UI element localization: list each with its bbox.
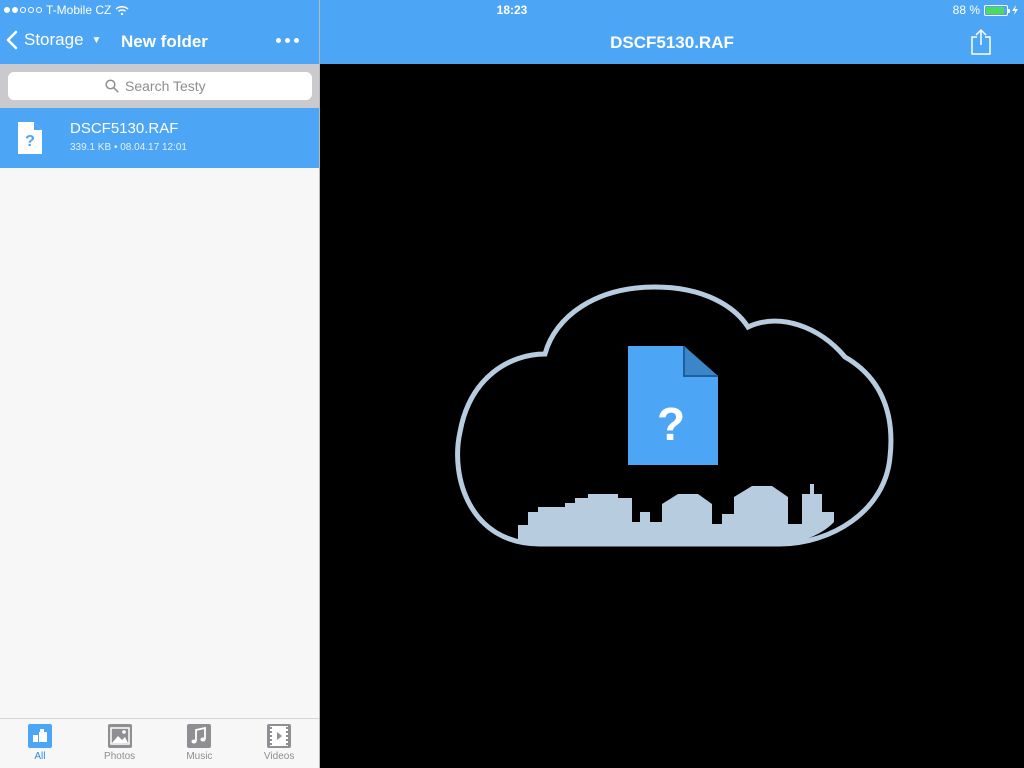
music-icon [187, 724, 212, 748]
battery-percentage: 88 % [952, 3, 980, 17]
svg-text:?: ? [25, 133, 35, 150]
battery-icon [984, 4, 1010, 16]
back-button[interactable]: Storage ▼ [6, 30, 101, 50]
question-mark-glyph: ? [657, 398, 685, 450]
status-right: 88 % [953, 3, 1018, 17]
unknown-file-icon: ? [18, 122, 42, 154]
photos-icon [107, 724, 132, 748]
more-dot-icon [276, 38, 281, 43]
more-dot-icon [294, 38, 299, 43]
skyline-icon [518, 484, 834, 544]
status-bar: T-Mobile CZ 18:23 88 % [0, 0, 1024, 20]
file-list-item[interactable]: ? DSCF5130.RAF 339.1 KB • 08.04.17 12:01 [0, 108, 319, 168]
viewer-title: DSCF5130.RAF [610, 33, 734, 52]
search-input[interactable] [125, 78, 215, 94]
file-meta: 339.1 KB • 08.04.17 12:01 [70, 142, 187, 153]
tab-videos[interactable]: Videos [239, 719, 319, 768]
back-label: Storage [24, 30, 84, 49]
file-preview-area: ? [320, 64, 1024, 768]
tab-label: Photos [104, 751, 136, 762]
more-options-button[interactable] [276, 38, 299, 43]
document-corner-fold [684, 346, 718, 376]
file-date: 08.04.17 12:01 [120, 142, 187, 153]
tab-label: All [34, 751, 46, 762]
tab-music[interactable]: Music [160, 719, 240, 768]
charging-bolt-icon [1012, 5, 1018, 15]
share-icon[interactable] [970, 28, 992, 56]
status-time: 18:23 [496, 3, 528, 17]
cloud-placeholder-illustration: ? [455, 284, 894, 547]
search-bar-area [0, 64, 319, 108]
caret-down-icon: ▼ [91, 34, 102, 46]
file-browser-pane: Storage ▼ New folder ? DSCF5130.RAF 339.… [0, 0, 319, 768]
videos-icon [267, 724, 292, 748]
chevron-left-icon [6, 30, 18, 50]
all-icon [27, 724, 52, 748]
more-dot-icon [285, 38, 290, 43]
file-name: DSCF5130.RAF [70, 120, 179, 137]
search-field[interactable] [8, 72, 312, 100]
folder-title: New folder [121, 32, 208, 51]
tab-label: Videos [263, 751, 295, 762]
search-icon [105, 79, 119, 93]
tab-all[interactable]: All [0, 719, 80, 768]
battery-level-fill [986, 6, 1004, 14]
tab-photos[interactable]: Photos [80, 719, 160, 768]
meta-separator: • [113, 142, 118, 153]
tab-bar: All Photos Music Videos [0, 718, 319, 768]
tab-label: Music [186, 751, 213, 762]
file-size: 339.1 KB [70, 142, 112, 153]
